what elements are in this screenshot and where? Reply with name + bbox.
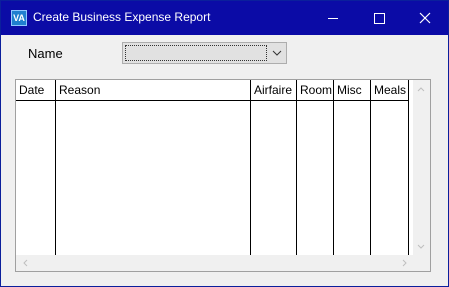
window-title: Create Business Expense Report xyxy=(33,10,211,24)
scroll-up-icon[interactable] xyxy=(413,81,429,97)
column-divider xyxy=(333,80,334,255)
scroll-down-icon[interactable] xyxy=(413,238,429,254)
vertical-scrollbar[interactable] xyxy=(413,80,430,255)
column-divider xyxy=(55,80,56,255)
expense-report-window: VA Create Business Expense Report Name D… xyxy=(0,0,449,287)
column-header-misc[interactable]: Misc xyxy=(334,80,370,100)
column-divider xyxy=(250,80,251,255)
expense-grid[interactable]: Date Reason Airfaire Room Misc Meals xyxy=(15,79,431,272)
title-bar[interactable]: VA Create Business Expense Report xyxy=(1,1,448,35)
column-header-meals[interactable]: Meals xyxy=(371,80,409,100)
column-header-reason[interactable]: Reason xyxy=(56,80,250,100)
column-divider xyxy=(370,80,371,255)
column-header-airfaire[interactable]: Airfaire xyxy=(251,80,296,100)
maximize-button[interactable] xyxy=(356,1,402,35)
column-divider xyxy=(296,80,297,255)
minimize-icon xyxy=(328,17,338,19)
minimize-button[interactable] xyxy=(310,1,356,35)
chevron-down-icon[interactable] xyxy=(270,46,284,60)
grid-header: Date Reason Airfaire Room Misc Meals xyxy=(16,80,409,101)
horizontal-scrollbar[interactable] xyxy=(16,255,413,271)
scrollbar-corner xyxy=(413,255,430,271)
scroll-left-icon[interactable] xyxy=(17,255,33,271)
maximize-icon xyxy=(373,12,385,24)
close-icon xyxy=(419,12,431,24)
column-header-date[interactable]: Date xyxy=(16,80,55,100)
close-button[interactable] xyxy=(402,1,448,35)
scroll-right-icon[interactable] xyxy=(396,255,412,271)
name-label: Name xyxy=(28,46,63,61)
name-combobox-value[interactable] xyxy=(125,45,267,61)
app-icon: VA xyxy=(11,10,27,26)
column-header-room[interactable]: Room xyxy=(297,80,333,100)
name-combobox[interactable] xyxy=(122,42,287,64)
column-divider xyxy=(408,80,409,255)
